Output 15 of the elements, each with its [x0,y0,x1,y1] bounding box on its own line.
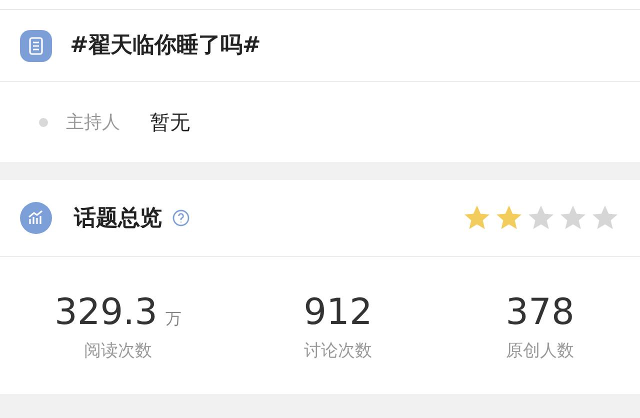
stat-label: 讨论次数 [304,340,372,363]
stat-value: 378 [506,293,574,333]
host-label: 主持人 [66,110,120,134]
stat-value: 329.3 [54,293,158,333]
topic-title: #翟天临你睡了吗# [70,32,261,60]
help-icon[interactable] [172,209,190,227]
bar-chart-icon [20,202,52,234]
list-icon [20,30,52,62]
host-value: 暂无 [150,109,190,136]
overview-title: 话题总览 [74,204,162,232]
stat-label: 原创人数 [506,340,574,363]
bullet-icon [39,118,48,126]
stat-unit: 万 [166,308,182,330]
stat-label: 阅读次数 [84,340,152,363]
stat-value: 912 [304,293,372,333]
